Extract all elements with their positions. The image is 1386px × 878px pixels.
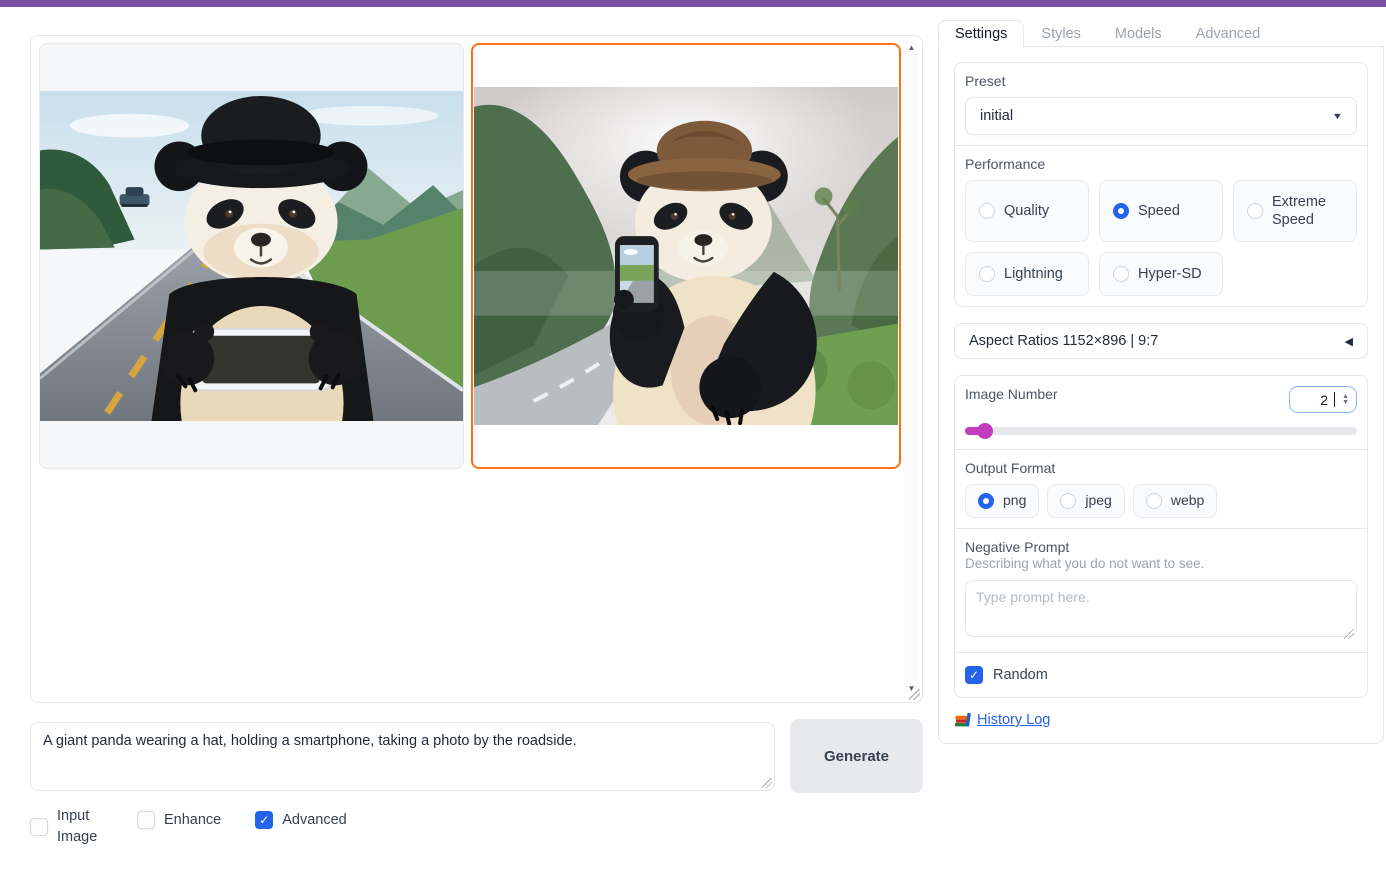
radio-label: Quality [1004,203,1050,220]
checkbox-unchecked[interactable] [30,818,48,836]
prompt-input[interactable]: A giant panda wearing a hat, holding a s… [30,722,775,791]
radio-selected[interactable] [978,493,994,510]
tab-settings[interactable]: Settings [938,20,1025,47]
slider-handle[interactable] [977,423,993,440]
radio-unselected[interactable] [1145,493,1162,510]
gallery-scrollbar[interactable]: ▲ ▼ [904,40,919,696]
scroll-up-icon[interactable]: ▲ [904,43,919,52]
enhance-checkbox[interactable]: Enhance [137,811,221,829]
settings-panel: Settings Styles Models Advanced Preset i… [938,20,1384,744]
output-format-options: png jpeg webp [965,484,1357,518]
performance-label: Performance [965,156,1046,172]
performance-hyper-sd[interactable]: Hyper-SD [1099,252,1223,297]
checkmark-icon: ✓ [259,813,270,827]
performance-quality[interactable]: Quality [965,180,1089,243]
accordion-collapsed-icon: ◀ [1344,335,1353,348]
format-webp[interactable]: webp [1132,484,1218,518]
radio-unselected[interactable] [1113,266,1129,283]
performance-extreme-speed[interactable]: Extreme Speed [1233,180,1357,243]
radio-label: Hyper-SD [1138,266,1202,283]
radio-unselected[interactable] [979,266,995,283]
negative-prompt-wrap [965,579,1357,642]
checkbox-checked[interactable]: ✓ [255,811,274,829]
settings-tab-content: Preset initial ▼ Performance Quality Spe… [938,47,1384,744]
preset-value: initial [980,108,1014,124]
negative-prompt-label: Negative Prompt [965,538,1070,555]
aspect-ratios-accordion[interactable]: Aspect Ratios 1152×896 | 9:7 ◀ [954,323,1368,360]
gallery-image-2[interactable] [471,43,901,469]
history-log-link[interactable]: History Log [977,712,1050,728]
history-log-row: History Log [954,712,1368,728]
generated-image-1 [40,91,463,421]
output-format-section: Output Format png jpeg webp [955,449,1367,528]
preset-dropdown[interactable]: initial ▼ [965,97,1357,135]
negative-prompt-input[interactable] [965,579,1357,637]
random-label: Random [993,666,1048,683]
preset-performance-group: Preset initial ▼ Performance Quality Spe… [954,62,1368,308]
radio-label: Lightning [1004,266,1063,283]
performance-lightning[interactable]: Lightning [965,252,1089,297]
image-number-label: Image Number [965,386,1058,403]
input-image-checkbox[interactable]: Input Image [30,806,103,848]
input-image-label: Input Image [57,808,98,845]
tab-styles[interactable]: Styles [1024,20,1098,47]
tab-advanced[interactable]: Advanced [1179,20,1278,47]
gallery-image-1[interactable] [39,43,464,469]
checkbox-unchecked[interactable] [137,811,155,829]
generated-image-2 [474,87,898,425]
spinner-down-icon[interactable]: ▼ [1342,399,1349,406]
image-gallery: ▲ ▼ [30,35,923,703]
slider-track[interactable] [965,427,1357,436]
radio-label: webp [1170,492,1205,509]
preset-label: Preset [965,73,1006,89]
image-number-input[interactable] [1296,391,1329,408]
advanced-checkbox[interactable]: ✓ Advanced [255,811,347,829]
performance-speed[interactable]: Speed [1099,180,1223,243]
radio-unselected[interactable] [1060,493,1077,510]
performance-section: Performance Quality Speed Extreme Speed [955,145,1367,306]
enhance-label: Enhance [164,812,222,828]
preset-section: Preset initial ▼ [955,63,1367,145]
tab-bar: Settings Styles Models Advanced [938,20,1384,47]
aspect-ratios-label: Aspect Ratios 1152×896 | 9:7 [969,333,1159,350]
books-icon [955,712,971,727]
radio-unselected[interactable] [979,203,995,220]
random-checkbox[interactable]: ✓ Random [965,663,1357,687]
checkmark-icon: ✓ [968,667,980,682]
radio-label: jpeg [1085,492,1112,509]
radio-label: Extreme Speed [1272,194,1326,229]
advanced-label: Advanced [282,812,347,828]
top-accent-bar [0,0,1386,7]
prompt-field-wrap: A giant panda wearing a hat, holding a s… [30,722,775,791]
image-number-section: Image Number ▲ ▼ [955,376,1367,449]
tab-models[interactable]: Models [1098,20,1179,47]
output-format-label: Output Format [965,460,1056,477]
format-jpeg[interactable]: jpeg [1047,484,1125,518]
chevron-down-icon: ▼ [1331,111,1344,121]
number-spinner[interactable]: ▲ ▼ [1342,393,1349,406]
negative-prompt-info: Describing what you do not want to see. [965,555,1205,571]
text-cursor [1334,392,1336,408]
radio-unselected[interactable] [1247,203,1263,220]
random-section: ✓ Random [955,651,1367,697]
generation-settings-group: Image Number ▲ ▼ [954,375,1368,698]
image-number-slider[interactable] [965,423,1357,440]
radio-selected[interactable] [1113,203,1129,220]
radio-label: png [1003,492,1027,509]
image-number-input-box: ▲ ▼ [1289,386,1357,414]
negative-prompt-section: Negative Prompt Describing what you do n… [955,527,1367,652]
gallery-resize-grip[interactable] [909,689,920,700]
performance-options: Quality Speed Extreme Speed Lightning Hy… [965,180,1357,297]
checkbox-checked[interactable]: ✓ [965,665,983,684]
radio-label: Speed [1138,203,1180,220]
format-png[interactable]: png [965,484,1040,518]
generate-button[interactable]: Generate [790,719,923,793]
bottom-options: Input Image Enhance ✓ Advanced [30,806,347,848]
